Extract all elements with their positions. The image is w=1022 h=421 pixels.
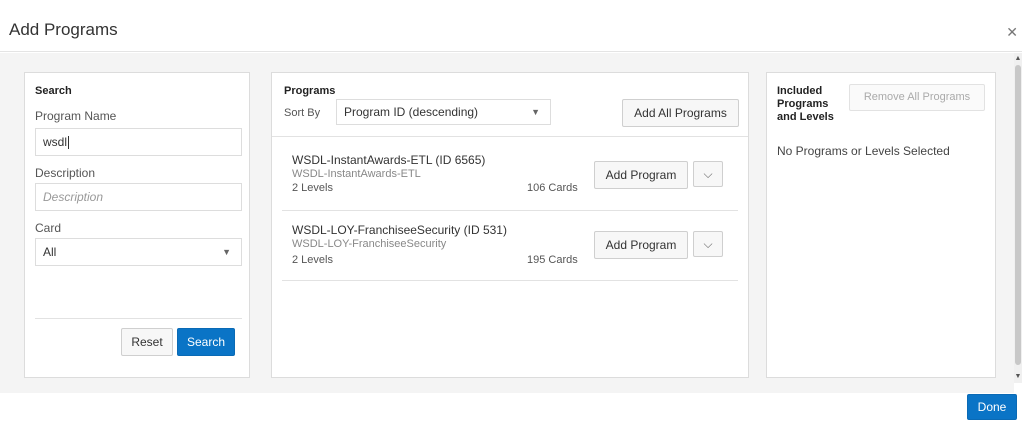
sort-select[interactable]: Program ID (descending) ▼ (336, 99, 551, 125)
programs-heading: Programs (284, 85, 336, 97)
program-item-divider (282, 280, 738, 281)
chevron-down-icon[interactable]: ⌵ (693, 231, 723, 257)
scroll-thumb[interactable] (1015, 65, 1021, 365)
programs-panel: Programs Sort By Program ID (descending)… (271, 72, 749, 378)
sort-by-label: Sort By (284, 107, 321, 119)
scroll-down-icon[interactable]: ▼ (1014, 373, 1022, 381)
program-cards: 195 Cards (527, 254, 578, 266)
program-name: WSDL-InstantAwards-ETL (ID 6565) (292, 153, 486, 167)
search-button[interactable]: Search (177, 328, 235, 356)
program-levels: 2 Levels (292, 254, 333, 266)
program-name-input[interactable]: wsdl (35, 128, 242, 156)
program-code: WSDL-LOY-FranchiseeSecurity (292, 238, 447, 250)
scrollbar[interactable]: ▲ ▼ (1014, 53, 1022, 383)
dialog-title: Add Programs (9, 20, 118, 39)
done-button[interactable]: Done (967, 394, 1017, 420)
reset-button[interactable]: Reset (121, 328, 173, 356)
remove-all-programs-button[interactable]: Remove All Programs (849, 84, 985, 111)
included-heading-line: Programs (777, 98, 829, 110)
included-panel: Included Programs and Levels Remove All … (766, 72, 996, 378)
program-code: WSDL-InstantAwards-ETL (292, 168, 421, 180)
search-panel: Search Program Name wsdl Description Des… (24, 72, 250, 378)
card-label: Card (35, 221, 62, 235)
add-program-button[interactable]: Add Program (594, 231, 688, 259)
program-name-label: Program Name (35, 109, 117, 123)
card-select-value: All (43, 245, 57, 259)
chevron-down-icon: ▼ (531, 107, 540, 117)
add-program-button[interactable]: Add Program (594, 161, 688, 189)
dialog-header: Add Programs ✕ (0, 0, 1022, 52)
search-divider (35, 318, 242, 319)
close-icon[interactable]: ✕ (1006, 24, 1018, 41)
included-heading-line: and Levels (777, 111, 834, 123)
program-name-value: wsdl (43, 135, 68, 149)
program-item-divider (282, 210, 738, 211)
card-select[interactable]: All ▼ (35, 238, 242, 266)
included-heading-line: Included (777, 85, 823, 97)
add-all-programs-button[interactable]: Add All Programs (622, 99, 739, 127)
search-heading: Search (35, 85, 72, 97)
scroll-up-icon[interactable]: ▲ (1014, 55, 1022, 63)
included-heading: Included Programs and Levels (777, 85, 834, 124)
text-cursor (68, 136, 70, 150)
description-label: Description (35, 166, 96, 180)
chevron-down-icon[interactable]: ⌵ (693, 161, 723, 187)
description-input[interactable]: Description (35, 183, 242, 211)
chevron-down-icon: ▼ (222, 247, 231, 257)
program-levels: 2 Levels (292, 182, 333, 194)
sort-select-value: Program ID (descending) (344, 105, 479, 119)
program-name: WSDL-LOY-FranchiseeSecurity (ID 531) (292, 223, 507, 237)
program-cards: 106 Cards (527, 182, 578, 194)
empty-selection-text: No Programs or Levels Selected (777, 144, 950, 158)
programs-header-divider (272, 136, 748, 137)
